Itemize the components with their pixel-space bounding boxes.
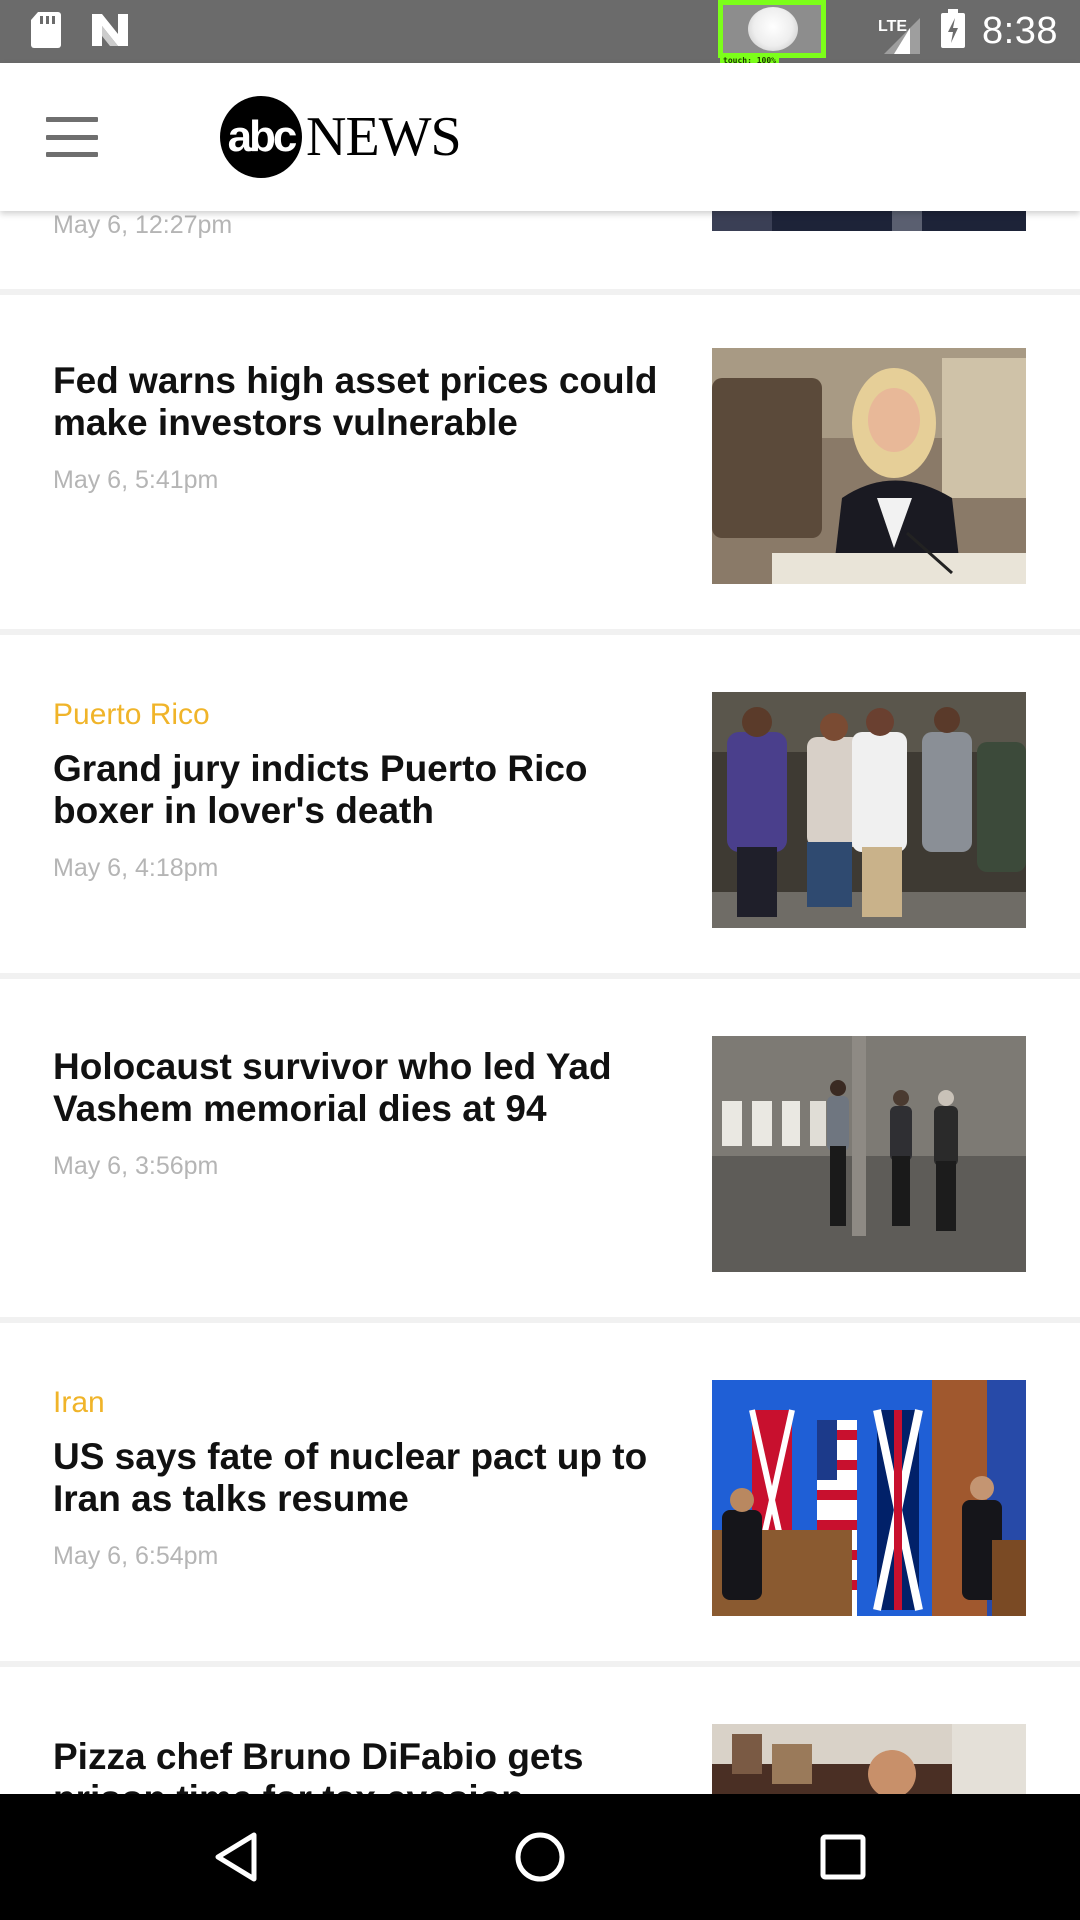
article-timestamp: May 6, 6:54pm [53, 1542, 219, 1570]
touch-indicator [718, 0, 826, 58]
n-logo-icon [90, 12, 130, 53]
divider [0, 629, 1080, 635]
screen: touch: 100% LTE 8:38 abc NEWS May 6, 12:… [0, 0, 1080, 1920]
nav-bar [0, 1794, 1080, 1920]
article-card[interactable]: Fed warns high asset prices could make i… [0, 348, 1080, 588]
clock: 8:38 [982, 10, 1058, 52]
divider [0, 289, 1080, 295]
article-thumbnail [712, 348, 1026, 584]
article-category[interactable]: Iran [53, 1386, 673, 1420]
divider [0, 1661, 1080, 1667]
article-timestamp: May 6, 4:18pm [53, 854, 219, 882]
article-thumbnail [712, 1036, 1026, 1272]
article-category[interactable]: Puerto Rico [53, 698, 673, 732]
article-card[interactable]: Iran US says fate of nuclear pact up to … [0, 1380, 1080, 1620]
touch-dot-icon [748, 7, 798, 51]
app-bar: abc NEWS [0, 63, 1080, 211]
article-headline: Grand jury indicts Puerto Rico boxer in … [53, 748, 588, 831]
article-headline: Pizza chef Bruno DiFabio gets prison tim… [53, 1736, 584, 1794]
signal-group: LTE [874, 8, 924, 56]
news-feed[interactable]: May 6, 12:27pm Fed warns high asset pric… [0, 211, 1080, 1794]
article-card[interactable]: Holocaust survivor who led Yad Vashem me… [0, 1036, 1080, 1276]
article-thumbnail [712, 1380, 1026, 1616]
signal-icon [884, 17, 921, 54]
article-headline: US says fate of nuclear pact up to Iran … [53, 1436, 648, 1519]
article-timestamp: May 6, 3:56pm [53, 1152, 219, 1180]
article-card[interactable]: Pizza chef Bruno DiFabio gets prison tim… [0, 1724, 1080, 1794]
article-timestamp: May 6, 5:41pm [53, 466, 219, 494]
logo-word: NEWS [306, 106, 462, 168]
status-bar-left [30, 10, 130, 54]
home-circle-icon[interactable] [507, 1824, 573, 1890]
article-thumbnail [712, 692, 1026, 928]
battery-charging-icon [940, 9, 966, 54]
article-headline: Fed warns high asset prices could make i… [53, 360, 658, 443]
hamburger-menu-icon[interactable] [42, 111, 102, 163]
status-bar: touch: 100% LTE 8:38 [0, 0, 1080, 67]
logo-circle: abc [220, 96, 302, 178]
article-thumbnail [712, 211, 1026, 231]
article-thumbnail [712, 1724, 1026, 1794]
status-bar-right: LTE 8:38 [874, 0, 1058, 63]
sd-card-icon [30, 11, 62, 54]
divider [0, 973, 1080, 979]
article-timestamp: May 6, 12:27pm [53, 211, 233, 239]
article-card[interactable]: Puerto Rico Grand jury indicts Puerto Ri… [0, 692, 1080, 932]
back-triangle-icon[interactable] [203, 1824, 269, 1890]
recents-square-icon[interactable] [810, 1824, 876, 1890]
abc-news-logo: abc NEWS [220, 96, 462, 178]
article-headline: Holocaust survivor who led Yad Vashem me… [53, 1046, 612, 1129]
article-card[interactable]: May 6, 12:27pm [0, 211, 1080, 261]
divider [0, 1317, 1080, 1323]
